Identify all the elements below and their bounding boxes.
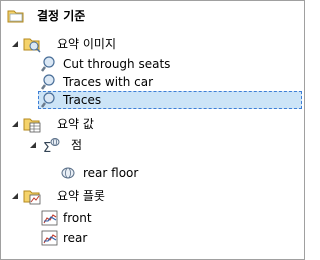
tree-item-traces[interactable]: Traces bbox=[1, 91, 304, 109]
folder-open-icon bbox=[7, 10, 24, 23]
tree-item-rear-floor[interactable]: rear floor bbox=[1, 164, 304, 182]
tree-node-images[interactable]: 요약 이미지 bbox=[1, 35, 304, 53]
table-folder-icon bbox=[23, 118, 41, 133]
tree-item-label: rear bbox=[63, 231, 88, 245]
tree-item-label: Traces bbox=[63, 93, 102, 107]
tree-item-traces-with-car[interactable]: Traces with car bbox=[1, 73, 304, 91]
line-plot-icon bbox=[41, 230, 58, 246]
tree-node-label: 요약 이미지 bbox=[57, 37, 117, 51]
sum-points-icon: Σ bbox=[43, 138, 60, 154]
collapse-icon[interactable] bbox=[29, 141, 37, 149]
point-icon bbox=[61, 167, 75, 179]
decision-criteria-tree: 결정 기준 요약 이미지 Cut through seats Traces wi… bbox=[0, 0, 305, 260]
tree-group-points[interactable]: Σ 점 bbox=[1, 136, 304, 154]
line-plot-icon bbox=[41, 210, 58, 226]
tree-node-plots[interactable]: 요약 플롯 bbox=[1, 187, 304, 205]
tree-node-label: 요약 값 bbox=[57, 117, 94, 131]
image-folder-icon bbox=[23, 38, 41, 53]
magnifier-icon bbox=[41, 92, 55, 108]
magnifier-icon bbox=[41, 56, 55, 72]
tree-item-label: front bbox=[63, 211, 92, 225]
tree-root[interactable]: 결정 기준 bbox=[1, 6, 304, 26]
tree-node-values[interactable]: 요약 값 bbox=[1, 115, 304, 133]
collapse-icon[interactable] bbox=[11, 120, 19, 128]
tree-item-label: Traces with car bbox=[63, 75, 154, 89]
tree-root-label: 결정 기준 bbox=[37, 9, 86, 23]
tree-item-label: Cut through seats bbox=[63, 57, 171, 71]
tree-item-cut-through-seats[interactable]: Cut through seats bbox=[1, 55, 304, 73]
collapse-icon[interactable] bbox=[11, 192, 19, 200]
tree-group-label: 점 bbox=[71, 138, 83, 152]
plot-folder-icon bbox=[23, 190, 41, 205]
tree-item-front[interactable]: front bbox=[1, 209, 304, 227]
tree-item-rear[interactable]: rear bbox=[1, 229, 304, 247]
svg-text:Σ: Σ bbox=[43, 141, 51, 154]
collapse-icon[interactable] bbox=[11, 40, 19, 48]
magnifier-icon bbox=[41, 74, 55, 90]
tree-node-label: 요약 플롯 bbox=[57, 189, 105, 203]
tree-item-label: rear floor bbox=[83, 166, 139, 180]
